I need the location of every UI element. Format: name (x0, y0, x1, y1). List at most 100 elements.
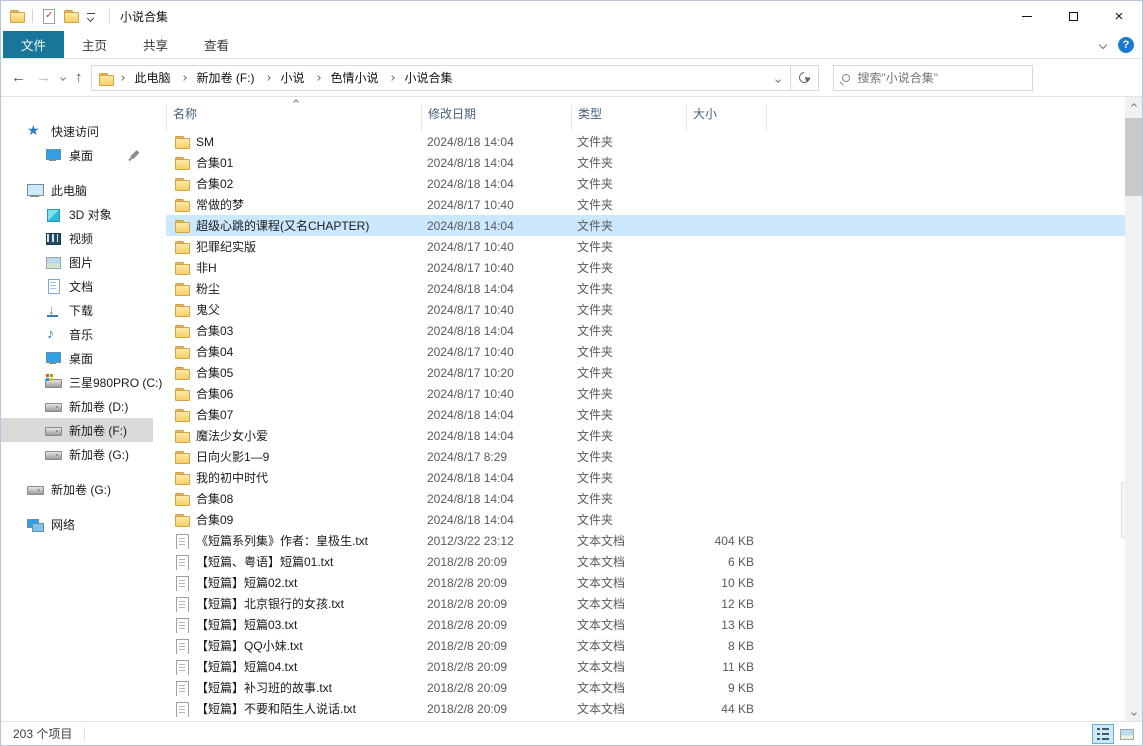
column-headers: 名称 修改日期 类型 大小 (166, 97, 1125, 131)
refresh-button[interactable] (791, 65, 819, 91)
address-bar[interactable]: 此电脑 新加卷 (F:) 小说 色情小说 小说合集 (91, 65, 791, 91)
properties-icon[interactable] (40, 8, 56, 24)
file-row[interactable]: 粉尘2024/8/18 14:04文件夹 (166, 278, 1125, 299)
file-date: 2024/8/17 10:40 (421, 303, 571, 317)
file-row[interactable]: 常做的梦2024/8/17 10:40文件夹 (166, 194, 1125, 215)
folder-icon (174, 134, 190, 150)
thumbnail-view-button[interactable] (1116, 724, 1138, 744)
file-row[interactable]: 超级心跳的课程(又名CHAPTER)2024/8/18 14:04文件夹 (166, 215, 1125, 236)
sidebar-item-4[interactable]: 视频 (1, 226, 153, 250)
file-row[interactable]: SM2024/8/18 14:04文件夹 (166, 131, 1125, 152)
file-name: 魔法少女小爱 (196, 427, 268, 444)
doc-icon (45, 278, 61, 294)
scrollbar-thumb[interactable] (1125, 118, 1142, 196)
file-row[interactable]: 合集022024/8/18 14:04文件夹 (166, 173, 1125, 194)
breadcrumb-item-4[interactable]: 小说合集 (403, 67, 455, 88)
file-date: 2018/2/8 20:09 (421, 555, 571, 569)
file-row[interactable]: 我的初中时代2024/8/18 14:04文件夹 (166, 467, 1125, 488)
file-name-cell: 【短篇】不要和陌生人说话.txt (166, 700, 421, 717)
file-name-cell: 粉尘 (166, 280, 421, 297)
text-file-icon (174, 596, 190, 612)
file-row[interactable]: 日向火影1—92024/8/17 8:29文件夹 (166, 446, 1125, 467)
new-folder-icon[interactable] (63, 8, 79, 24)
forward-button[interactable]: → (36, 70, 51, 85)
help-icon[interactable]: ? (1118, 37, 1134, 53)
maximize-button[interactable] (1050, 1, 1096, 31)
minimize-button[interactable] (1004, 1, 1050, 31)
close-button[interactable]: × (1096, 1, 1142, 31)
file-type: 文件夹 (571, 448, 686, 465)
sidebar-item-15[interactable]: 网络 (1, 512, 153, 536)
file-row[interactable]: 合集092024/8/18 14:04文件夹 (166, 509, 1125, 530)
sidebar-item-10[interactable]: 三星980PRO (C:) (1, 370, 153, 394)
file-row[interactable]: 合集042024/8/17 10:40文件夹 (166, 341, 1125, 362)
search-box[interactable]: 搜索"小说合集" (833, 65, 1033, 91)
ribbon-tab-1[interactable]: 主页 (64, 31, 125, 58)
sidebar-item-5[interactable]: 图片 (1, 250, 153, 274)
sidebar-item-6[interactable]: 文档 (1, 274, 153, 298)
up-button[interactable]: ↑ (75, 70, 83, 85)
file-row[interactable]: 【短篇、粤语】短篇01.txt2018/2/8 20:09文本文档6 KB (166, 551, 1125, 572)
ribbon-collapse-icon[interactable] (1099, 41, 1107, 49)
sidebar-item-0[interactable]: 快速访问 (1, 119, 153, 143)
column-header-type[interactable]: 类型 (571, 105, 686, 131)
file-row[interactable]: 【短篇】北京银行的女孩.txt2018/2/8 20:09文本文档12 KB (166, 593, 1125, 614)
file-type: 文件夹 (571, 280, 686, 297)
back-button[interactable]: ← (11, 70, 26, 85)
file-row[interactable]: 合集072024/8/18 14:04文件夹 (166, 404, 1125, 425)
qat-customize-dropdown-icon[interactable] (86, 8, 102, 24)
file-row[interactable]: 合集032024/8/18 14:04文件夹 (166, 320, 1125, 341)
file-row[interactable]: 【短篇】补习班的故事.txt2018/2/8 20:09文本文档9 KB (166, 677, 1125, 698)
address-dropdown-icon[interactable] (770, 71, 786, 85)
file-name-cell: 合集09 (166, 511, 421, 528)
file-row[interactable]: 合集082024/8/18 14:04文件夹 (166, 488, 1125, 509)
column-header-name[interactable]: 名称 (166, 105, 421, 131)
file-row[interactable]: 【短篇】QQ小妹.txt2018/2/8 20:09文本文档8 KB (166, 635, 1125, 656)
sidebar-item-3[interactable]: 3D 对象 (1, 202, 153, 226)
file-name-cell: 【短篇、粤语】短篇01.txt (166, 553, 421, 570)
scroll-down-button[interactable] (1125, 704, 1142, 721)
sidebar-item-8[interactable]: 音乐 (1, 322, 153, 346)
sidebar-item-13[interactable]: 新加卷 (G:) (1, 442, 153, 466)
ribbon-tab-0[interactable]: 文件 (3, 31, 64, 58)
sidebar-item-2[interactable]: 此电脑 (1, 178, 153, 202)
file-row[interactable]: 犯罪纪实版2024/8/17 10:40文件夹 (166, 236, 1125, 257)
vertical-scrollbar[interactable] (1125, 97, 1142, 721)
file-name: 犯罪纪实版 (196, 238, 256, 255)
column-header-date-modified[interactable]: 修改日期 (421, 105, 571, 131)
details-view-button[interactable] (1092, 724, 1114, 744)
ribbon-tab-3[interactable]: 查看 (186, 31, 247, 58)
file-row[interactable]: 合集052024/8/17 10:20文件夹 (166, 362, 1125, 383)
ribbon-tab-2[interactable]: 共享 (125, 31, 186, 58)
sidebar-item-12[interactable]: 新加卷 (F:) (1, 418, 153, 442)
film-icon (45, 230, 61, 246)
breadcrumb-item-2[interactable]: 小说 (279, 67, 307, 88)
file-row[interactable]: 《短篇系列集》作者：皇极生.txt2012/3/22 23:12文本文档404 … (166, 530, 1125, 551)
breadcrumb-item-1[interactable]: 新加卷 (F:) (195, 67, 257, 88)
sidebar-item-9[interactable]: 桌面 (1, 346, 153, 370)
file-row[interactable]: 合集062024/8/17 10:40文件夹 (166, 383, 1125, 404)
file-date: 2024/8/18 14:04 (421, 408, 571, 422)
file-row[interactable]: 【短篇】不要和陌生人说话.txt2018/2/8 20:09文本文档44 KB (166, 698, 1125, 719)
file-name-cell: 合集06 (166, 385, 421, 402)
file-row[interactable]: 【短篇】短篇03.txt2018/2/8 20:09文本文档13 KB (166, 614, 1125, 635)
file-name: 【短篇】补习班的故事.txt (196, 679, 332, 696)
sidebar-item-1[interactable]: 桌面 (1, 143, 153, 167)
breadcrumb-item-3[interactable]: 色情小说 (329, 67, 381, 88)
file-row[interactable]: 魔法少女小爱2024/8/18 14:04文件夹 (166, 425, 1125, 446)
file-name-cell: 【短篇】短篇03.txt (166, 616, 421, 633)
file-row[interactable]: 合集012024/8/18 14:04文件夹 (166, 152, 1125, 173)
sidebar-item-11[interactable]: 新加卷 (D:) (1, 394, 153, 418)
file-row[interactable]: 【短篇】短篇04.txt2018/2/8 20:09文本文档11 KB (166, 656, 1125, 677)
breadcrumb-item-0[interactable]: 此电脑 (133, 67, 173, 88)
scroll-up-button[interactable] (1125, 97, 1142, 114)
column-header-size[interactable]: 大小 (686, 105, 766, 131)
recent-locations-dropdown-icon[interactable] (60, 75, 66, 81)
file-row[interactable]: 【短篇】短篇02.txt2018/2/8 20:09文本文档10 KB (166, 572, 1125, 593)
file-type: 文件夹 (571, 511, 686, 528)
file-row[interactable]: 非H2024/8/17 10:40文件夹 (166, 257, 1125, 278)
sidebar-item-14[interactable]: 新加卷 (G:) (1, 477, 153, 501)
file-row[interactable]: 鬼父2024/8/17 10:40文件夹 (166, 299, 1125, 320)
sidebar-item-7[interactable]: 下载 (1, 298, 153, 322)
folder-icon (174, 344, 190, 360)
